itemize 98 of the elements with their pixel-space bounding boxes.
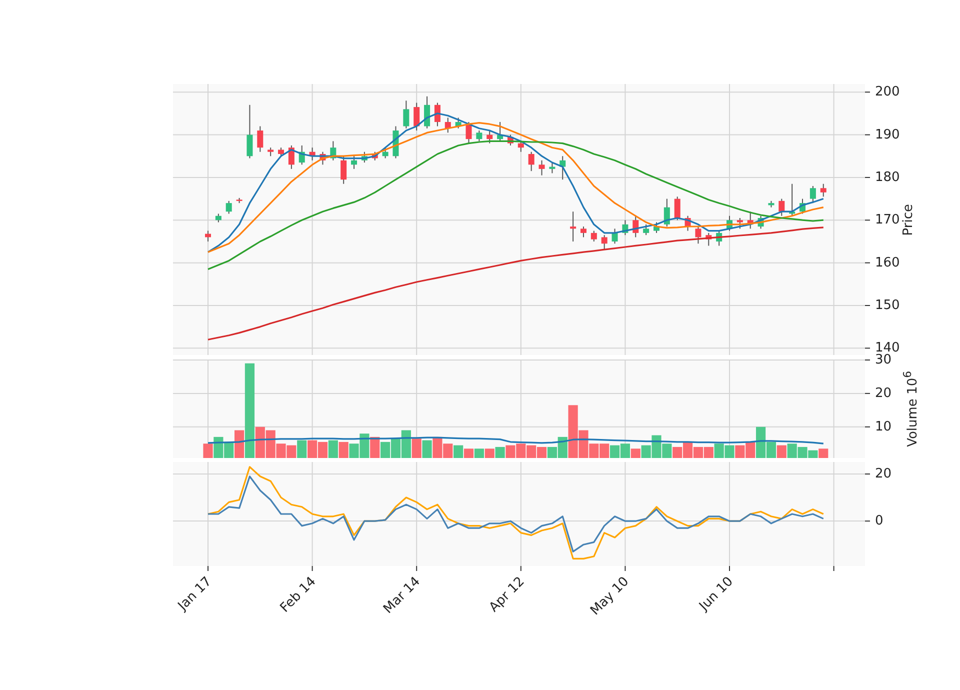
candlestick bbox=[351, 156, 358, 170]
candlestick bbox=[330, 140, 336, 161]
tick-mark bbox=[416, 566, 418, 572]
tick-mark bbox=[624, 566, 626, 572]
candlestick bbox=[580, 226, 586, 238]
candlestick bbox=[654, 222, 660, 234]
candlestick bbox=[205, 230, 211, 242]
candlestick bbox=[632, 215, 639, 238]
candlestick bbox=[215, 213, 222, 223]
tick-mark bbox=[312, 566, 313, 572]
volume-bar bbox=[297, 440, 307, 458]
volume-bar bbox=[454, 445, 464, 458]
tick-label: 180 bbox=[875, 170, 900, 185]
candlestick bbox=[664, 198, 670, 228]
volume-bar bbox=[506, 445, 516, 458]
candlestick bbox=[820, 183, 826, 198]
candlestick bbox=[684, 215, 691, 232]
candlestick bbox=[706, 232, 712, 246]
candlestick bbox=[278, 147, 284, 157]
candlestick bbox=[226, 200, 232, 214]
tick-label: 200 bbox=[875, 84, 900, 100]
candlestick bbox=[800, 198, 806, 214]
tick-label: Jun 10 bbox=[696, 574, 736, 614]
tick-label: 150 bbox=[875, 298, 900, 313]
tick-label: Feb 14 bbox=[278, 574, 320, 616]
candlestick bbox=[518, 140, 524, 152]
volume-bar bbox=[495, 446, 505, 458]
candlestick bbox=[695, 226, 702, 244]
volume-bar bbox=[724, 445, 734, 458]
candlestick bbox=[590, 230, 597, 242]
candlestick bbox=[434, 102, 440, 127]
tick-label: Jan 17 bbox=[175, 574, 215, 614]
candlestick bbox=[768, 200, 774, 208]
candlestick bbox=[424, 96, 430, 129]
tick-mark bbox=[833, 566, 834, 572]
candlestick bbox=[778, 198, 785, 216]
tick-label: 20 bbox=[875, 466, 892, 482]
candlestick bbox=[298, 144, 305, 166]
volume-bar bbox=[526, 445, 536, 458]
volume-bar bbox=[516, 444, 526, 458]
candlestick bbox=[601, 234, 608, 251]
volume-bar bbox=[600, 444, 610, 458]
tick-label: 10 bbox=[875, 419, 892, 434]
candlestick bbox=[403, 100, 410, 129]
candlestick bbox=[382, 147, 388, 159]
candlestick bbox=[716, 230, 722, 246]
volume-bar bbox=[818, 448, 828, 458]
volume-bar bbox=[380, 442, 390, 458]
candlestick bbox=[236, 197, 242, 204]
candlestick bbox=[268, 147, 274, 157]
candlestick bbox=[674, 196, 680, 221]
candlestick bbox=[246, 104, 253, 159]
candlestick bbox=[320, 151, 326, 166]
tick-label: Mar 14 bbox=[380, 574, 424, 617]
candlestick bbox=[549, 162, 556, 174]
candlestick bbox=[466, 121, 472, 144]
candlestick bbox=[257, 126, 264, 152]
candlestick bbox=[528, 151, 534, 172]
candlestick bbox=[726, 215, 732, 232]
tick-mark bbox=[729, 566, 730, 572]
candlestick bbox=[414, 102, 420, 132]
tick-label: 20 bbox=[875, 386, 892, 401]
tick-label: 170 bbox=[875, 212, 900, 228]
tick-label: 0 bbox=[875, 514, 884, 529]
candlestick bbox=[497, 121, 504, 142]
candlestick bbox=[476, 130, 482, 142]
volume-bar bbox=[422, 440, 432, 458]
candlestick bbox=[538, 160, 545, 176]
candlestick bbox=[309, 147, 316, 161]
candlestick bbox=[810, 186, 816, 204]
tick-mark bbox=[520, 566, 522, 572]
candlestick bbox=[747, 211, 754, 230]
volume-bar bbox=[370, 436, 380, 458]
volume-bar bbox=[286, 445, 296, 458]
candlestick bbox=[372, 151, 378, 161]
candlestick bbox=[560, 156, 566, 180]
candlestick bbox=[444, 117, 451, 134]
candlestick bbox=[643, 224, 650, 236]
candlestick bbox=[736, 218, 743, 230]
axis-label: Price bbox=[901, 204, 917, 236]
tick-label: 30 bbox=[875, 352, 892, 368]
candlestick bbox=[758, 215, 764, 230]
volume-bar bbox=[308, 440, 318, 458]
candlestick bbox=[361, 151, 368, 164]
tick-label: 190 bbox=[875, 127, 900, 142]
candlestick bbox=[455, 117, 462, 129]
candlestick bbox=[486, 130, 493, 144]
candlestick bbox=[392, 126, 399, 159]
volume-bar bbox=[735, 445, 745, 458]
tick-label: 160 bbox=[875, 255, 900, 270]
candlestick bbox=[789, 183, 796, 216]
candlestick bbox=[340, 156, 347, 184]
tick-label: Apr 12 bbox=[486, 574, 528, 616]
candlestick bbox=[570, 211, 576, 242]
candlestick bbox=[622, 220, 628, 236]
candlestick bbox=[288, 144, 294, 170]
candlestick bbox=[612, 228, 618, 244]
candlestick bbox=[507, 134, 514, 146]
